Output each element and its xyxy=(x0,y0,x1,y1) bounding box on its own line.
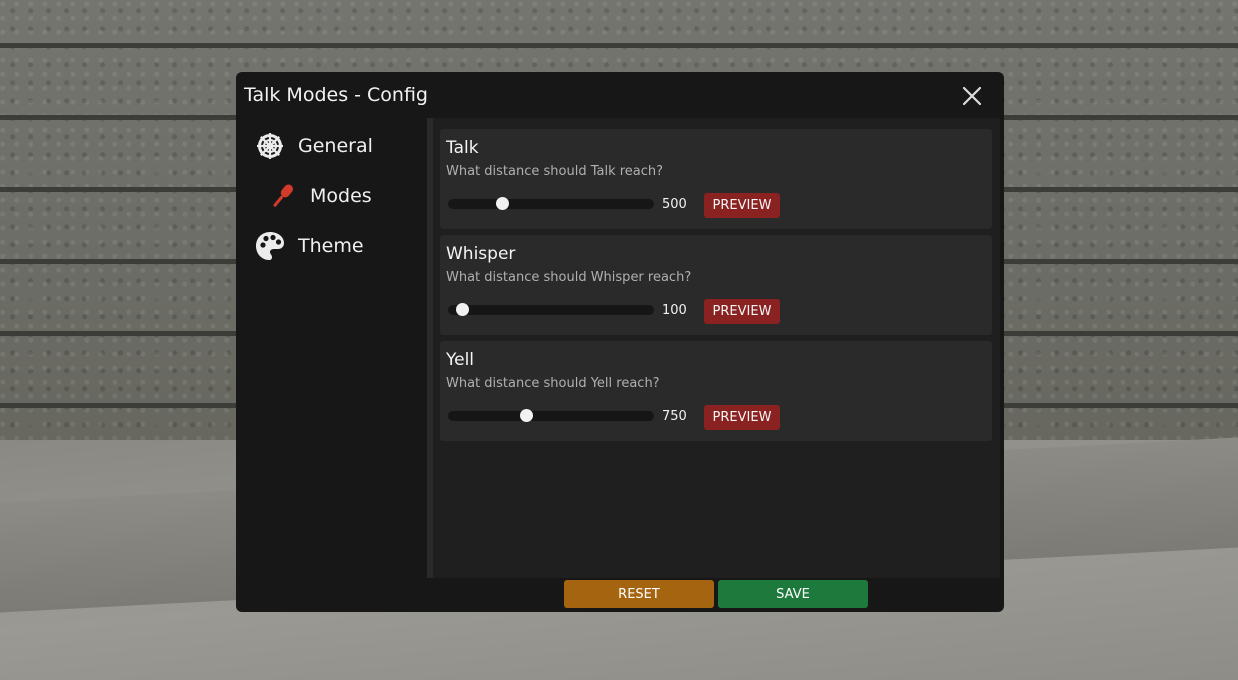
config-window: Talk Modes - Config General Modes Theme … xyxy=(236,72,1004,612)
preview-button[interactable]: PREVIEW xyxy=(704,299,780,324)
distance-value: 500 xyxy=(662,197,687,212)
mode-card-yell: Yell What distance should Yell reach? 75… xyxy=(440,341,992,441)
distance-value: 750 xyxy=(662,409,687,424)
slider-knob[interactable] xyxy=(456,303,470,316)
mode-card-whisper: Whisper What distance should Whisper rea… xyxy=(440,235,992,335)
distance-slider[interactable] xyxy=(448,197,654,210)
palette-icon xyxy=(254,230,286,262)
preview-button[interactable]: PREVIEW xyxy=(704,193,780,218)
mode-description: What distance should Talk reach? xyxy=(446,164,664,179)
window-title: Talk Modes - Config xyxy=(244,84,428,106)
microphone-icon xyxy=(266,180,298,212)
mode-name: Talk xyxy=(446,138,479,158)
sidebar-item-theme[interactable]: Theme xyxy=(254,226,364,266)
preview-button[interactable]: PREVIEW xyxy=(704,405,780,430)
gear-icon xyxy=(254,130,286,162)
distance-value: 100 xyxy=(662,303,687,318)
scrollbar-track[interactable] xyxy=(427,118,433,578)
distance-slider[interactable] xyxy=(448,409,654,422)
reset-button[interactable]: RESET xyxy=(564,580,714,608)
slider-knob[interactable] xyxy=(495,197,509,210)
game-background: Talk Modes - Config General Modes Theme … xyxy=(0,0,1238,680)
slider-knob[interactable] xyxy=(520,409,534,422)
mode-card-talk: Talk What distance should Talk reach? 50… xyxy=(440,129,992,229)
sidebar-item-label: Theme xyxy=(298,235,364,257)
distance-slider[interactable] xyxy=(448,303,654,316)
mode-name: Yell xyxy=(446,350,475,370)
sidebar: General Modes Theme xyxy=(236,120,422,580)
save-button[interactable]: SAVE xyxy=(718,580,868,608)
sidebar-item-label: Modes xyxy=(310,185,372,207)
close-icon xyxy=(962,86,982,106)
mode-name: Whisper xyxy=(446,244,516,264)
sidebar-item-modes[interactable]: Modes xyxy=(266,176,372,216)
sidebar-item-general[interactable]: General xyxy=(254,126,373,166)
mode-description: What distance should Yell reach? xyxy=(446,376,660,391)
close-button[interactable] xyxy=(960,84,984,108)
sidebar-item-label: General xyxy=(298,135,373,157)
mode-description: What distance should Whisper reach? xyxy=(446,270,692,285)
